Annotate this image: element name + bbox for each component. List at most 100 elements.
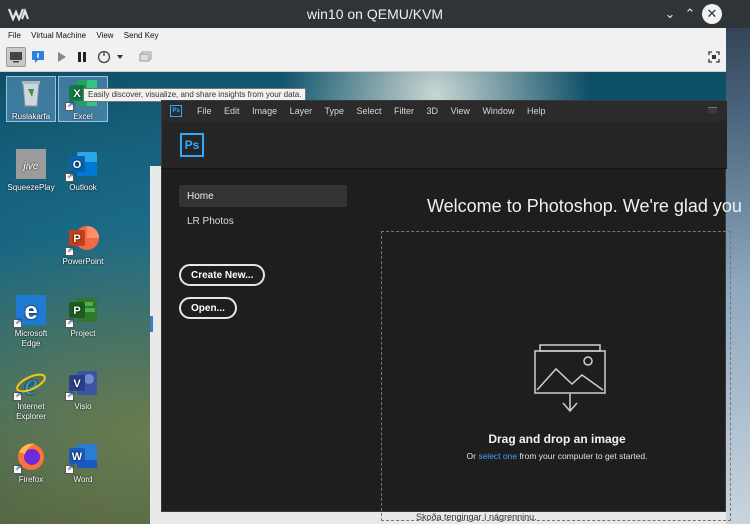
project-icon: P bbox=[65, 294, 99, 328]
edge-icon: e bbox=[13, 294, 47, 328]
close-button[interactable]: ✕ bbox=[702, 4, 722, 24]
photoshop-header: Ps bbox=[162, 121, 727, 169]
details-view-button[interactable] bbox=[28, 47, 48, 67]
desktop-icon-word[interactable]: W Word bbox=[58, 440, 108, 485]
desktop-icon-label: Word bbox=[73, 475, 93, 484]
desktop-icon-recycle-bin[interactable]: Ruslakarfa bbox=[6, 76, 56, 122]
photoshop-logo-icon: Ps bbox=[180, 133, 204, 157]
menu-file[interactable]: File bbox=[0, 28, 21, 40]
shortcut-arrow-icon bbox=[65, 317, 74, 328]
ps-menu-image[interactable]: Image bbox=[252, 106, 277, 116]
desktop-icon-label: Excel bbox=[73, 112, 93, 121]
window-title: win10 on QEMU/KVM bbox=[306, 6, 444, 22]
squeezeplay-icon: jive bbox=[15, 148, 47, 180]
svg-text:O: O bbox=[73, 159, 82, 171]
chevron-down-icon bbox=[117, 55, 123, 59]
create-new-button[interactable]: Create New... bbox=[179, 264, 266, 286]
shortcut-arrow-icon bbox=[65, 463, 74, 474]
ps-menu-edit[interactable]: Edit bbox=[224, 106, 240, 116]
vm-menubar: File Virtual Machine View Send Key bbox=[0, 28, 726, 44]
power-icon bbox=[97, 50, 111, 64]
svg-text:P: P bbox=[73, 305, 80, 317]
powerpoint-icon: P bbox=[65, 222, 99, 256]
desktop-icon-label: Firefox bbox=[18, 475, 44, 484]
shortcut-arrow-icon bbox=[65, 100, 74, 111]
ps-menu-select[interactable]: Select bbox=[356, 106, 381, 116]
fullscreen-icon bbox=[708, 51, 720, 63]
desktop-icon-label: SqueezePlay bbox=[7, 183, 55, 192]
visio-icon: V bbox=[65, 367, 99, 401]
shortcut-arrow-icon bbox=[13, 317, 22, 328]
svg-text:V: V bbox=[73, 378, 81, 390]
ie-icon: e bbox=[13, 367, 47, 401]
shortcut-arrow-icon bbox=[13, 390, 22, 401]
photoshop-window: Ps File Edit Image Layer Type Select Fil… bbox=[161, 100, 742, 521]
desktop-icon-internet-explorer[interactable]: e Internet Explorer bbox=[6, 367, 56, 422]
nav-home[interactable]: Home bbox=[179, 185, 347, 207]
minimize-button[interactable]: ⌄ bbox=[660, 4, 680, 24]
welcome-heading: Welcome to Photoshop. We're glad you bbox=[427, 196, 742, 216]
drop-zone-sub-suffix: from your computer to get started. bbox=[517, 451, 648, 461]
desktop-icon-edge[interactable]: e Microsoft Edge bbox=[6, 294, 56, 349]
play-icon bbox=[58, 52, 66, 62]
vm-toolbar bbox=[0, 44, 726, 72]
background-window-scroll-indicator bbox=[150, 316, 153, 332]
run-button[interactable] bbox=[52, 47, 72, 67]
word-icon: W bbox=[65, 440, 99, 474]
pause-button[interactable] bbox=[72, 47, 92, 67]
photoshop-home-main: Welcome to Photoshop. We're glad you Dra… bbox=[352, 169, 742, 521]
ps-menu-file[interactable]: File bbox=[197, 106, 212, 116]
photoshop-small-logo-icon: Ps bbox=[170, 105, 182, 117]
ps-menu-type[interactable]: Type bbox=[324, 106, 344, 116]
desktop-icon-label: Outlook bbox=[69, 183, 97, 192]
desktop-icon-powerpoint[interactable]: P PowerPoint bbox=[58, 222, 108, 267]
ps-menu-layer[interactable]: Layer bbox=[290, 106, 313, 116]
pause-icon bbox=[78, 52, 86, 62]
desktop-icon-squeezeplay[interactable]: jive SqueezePlay bbox=[6, 148, 56, 193]
ps-minimize-button[interactable] bbox=[708, 107, 717, 113]
ps-menu-view[interactable]: View bbox=[451, 106, 470, 116]
recycle-bin-icon bbox=[15, 77, 47, 109]
desktop-icon-firefox[interactable]: Firefox bbox=[6, 440, 56, 485]
ps-menu-filter[interactable]: Filter bbox=[394, 106, 414, 116]
menu-virtual-machine[interactable]: Virtual Machine bbox=[23, 28, 86, 40]
desktop-icon-project[interactable]: P Project bbox=[58, 294, 108, 339]
fullscreen-button[interactable] bbox=[704, 47, 724, 67]
drop-zone-title: Drag and drop an image bbox=[488, 432, 626, 446]
ps-menu-help[interactable]: Help bbox=[527, 106, 546, 116]
shortcut-arrow-icon bbox=[13, 463, 22, 474]
select-one-link[interactable]: select one bbox=[478, 451, 517, 461]
photoshop-menubar: Ps File Edit Image Layer Type Select Fil… bbox=[162, 101, 727, 121]
desktop-icon-label: Internet Explorer bbox=[16, 402, 46, 421]
svg-text:jive: jive bbox=[21, 161, 38, 172]
console-view-button[interactable] bbox=[6, 47, 26, 67]
ps-menu-3d[interactable]: 3D bbox=[427, 106, 439, 116]
svg-text:W: W bbox=[72, 451, 83, 463]
desktop-icon-label: PowerPoint bbox=[62, 257, 104, 266]
desktop-icon-outlook[interactable]: O Outlook bbox=[58, 148, 108, 193]
menu-view[interactable]: View bbox=[88, 28, 113, 40]
open-button[interactable]: Open... bbox=[179, 297, 237, 319]
shortcut-arrow-icon bbox=[65, 171, 74, 182]
info-bubble-icon bbox=[32, 51, 44, 63]
desktop-icon-visio[interactable]: V Visio bbox=[58, 367, 108, 412]
svg-text:e: e bbox=[24, 368, 37, 399]
drop-zone-sub-prefix: Or bbox=[466, 451, 479, 461]
desktop-icon-label: Project bbox=[70, 329, 96, 338]
image-drop-icon bbox=[534, 344, 606, 413]
maximize-button[interactable]: ⌃ bbox=[680, 4, 700, 24]
power-button[interactable] bbox=[94, 47, 114, 67]
desktop-icon-label: Ruslakarfa bbox=[11, 112, 51, 121]
nav-lr-photos[interactable]: LR Photos bbox=[187, 216, 234, 227]
firefox-icon bbox=[13, 440, 47, 474]
snapshots-button[interactable] bbox=[136, 47, 156, 67]
menu-send-key[interactable]: Send Key bbox=[116, 28, 159, 40]
svg-text:e: e bbox=[24, 298, 37, 325]
drop-zone-subtitle: Or select one from your computer to get … bbox=[382, 451, 732, 461]
desktop-icon-label: Microsoft Edge bbox=[14, 329, 48, 348]
drop-zone[interactable]: Drag and drop an image Or select one fro… bbox=[381, 231, 731, 521]
svg-text:X: X bbox=[73, 88, 81, 100]
power-dropdown-button[interactable] bbox=[114, 47, 126, 67]
ps-menu-window[interactable]: Window bbox=[482, 106, 514, 116]
desktop-icon-label: Visio bbox=[74, 402, 92, 411]
